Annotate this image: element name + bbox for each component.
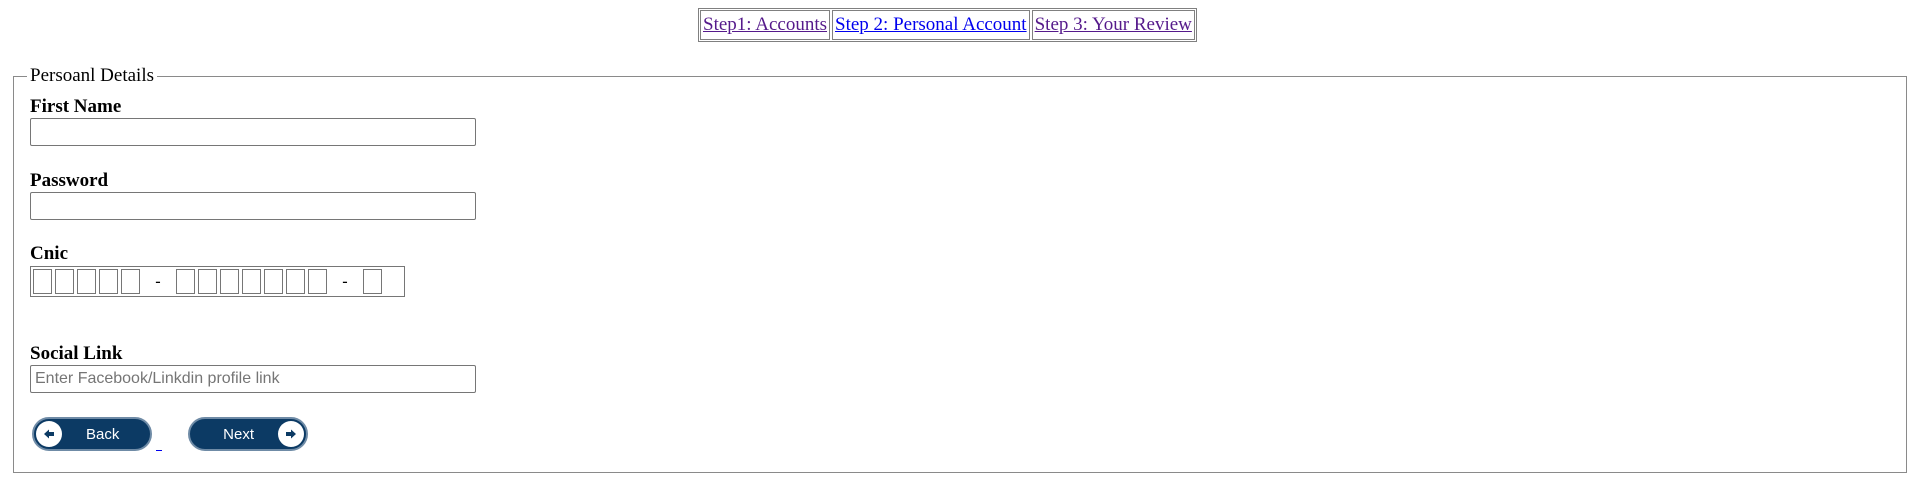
cnic-digit-input[interactable]	[99, 269, 118, 294]
step-navigation: Step1: Accounts Step 2: Personal Account…	[698, 8, 1197, 42]
next-button[interactable]: Next	[188, 417, 308, 451]
step-cell-3: Step 3: Your Review	[1031, 10, 1195, 40]
arrow-left-circle-icon	[36, 421, 62, 447]
step-link-personal-account[interactable]: Step 2: Personal Account	[835, 14, 1027, 35]
social-link-input[interactable]	[30, 365, 476, 393]
password-input[interactable]	[30, 192, 476, 220]
cnic-separator: -	[342, 271, 348, 291]
first-name-input[interactable]	[30, 118, 476, 146]
cnic-digit-input[interactable]	[363, 269, 382, 294]
cnic-separator: -	[155, 271, 161, 291]
cnic-input-group: - -	[30, 266, 405, 297]
cnic-digit-input[interactable]	[308, 269, 327, 294]
cnic-label: Cnic	[30, 243, 68, 264]
page: Step1: Accounts Step 2: Personal Account…	[0, 0, 1920, 504]
empty-link[interactable]	[156, 438, 162, 451]
cnic-digit-input[interactable]	[121, 269, 140, 294]
cnic-digit-input[interactable]	[286, 269, 305, 294]
step-link-your-review[interactable]: Step 3: Your Review	[1035, 14, 1192, 35]
next-button-label: Next	[223, 425, 254, 443]
cnic-digit-input[interactable]	[55, 269, 74, 294]
step-link-accounts[interactable]: Step1: Accounts	[703, 14, 827, 35]
personal-details-fieldset: Persoanl Details First Name Password Cni…	[13, 65, 1907, 473]
cnic-digit-input[interactable]	[176, 269, 195, 294]
cnic-digit-input[interactable]	[242, 269, 261, 294]
cnic-digit-input[interactable]	[198, 269, 217, 294]
arrow-right-circle-icon	[278, 421, 304, 447]
fieldset-legend: Persoanl Details	[27, 65, 158, 87]
back-button[interactable]: Back	[32, 417, 152, 451]
step-cell-1: Step1: Accounts	[700, 10, 831, 40]
password-label: Password	[30, 170, 109, 191]
social-link-label: Social Link	[30, 343, 123, 364]
back-button-label: Back	[86, 425, 120, 443]
cnic-digit-input[interactable]	[220, 269, 239, 294]
first-name-label: First Name	[30, 96, 122, 117]
step-cell-2: Step 2: Personal Account	[832, 10, 1030, 40]
cnic-digit-input[interactable]	[264, 269, 283, 294]
cnic-digit-input[interactable]	[77, 269, 96, 294]
cnic-digit-input[interactable]	[33, 269, 52, 294]
